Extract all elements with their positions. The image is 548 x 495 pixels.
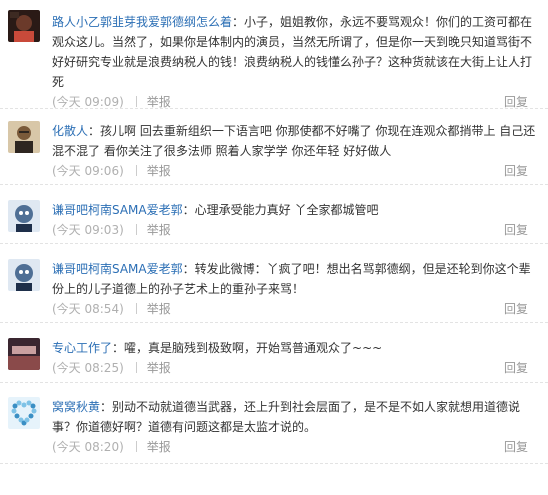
comment-author-link[interactable]: 专心工作了: [52, 341, 112, 355]
avatar[interactable]: [8, 10, 40, 42]
comment-item: 窝窝秋黄：别动不动就道德当武器，还上升到社会层面了，是不是不如人家就想用道德说事…: [0, 383, 548, 464]
avatar-image: [8, 338, 40, 370]
comment-text: 别动不动就道德当武器，还上升到社会层面了，是不是不如人家就想用道德说事？你道德好…: [52, 400, 521, 434]
report-link[interactable]: 举报: [147, 440, 171, 454]
comment-body: 化散人：孩儿啊 回去重新组织一下语言吧 你那使都不好嘴了 你现在连观众都捎带上 …: [52, 121, 542, 161]
comment-body: 专心工作了：嚯，真是脑残到极致啊，开始骂普通观众了~~~: [52, 338, 542, 358]
comment-body: 谦哥吧柯南SAMA爱老郭：转发此微博：丫疯了吧！想出名骂郭德纲，但是还轮到你这个…: [52, 259, 542, 299]
comment-meta: (今天 08:20) 举报 回复: [52, 437, 542, 459]
comment-meta: (今天 08:25) 举报 回复: [52, 358, 542, 380]
comment-meta: (今天 09:06) 举报 回复: [52, 161, 542, 183]
report-link[interactable]: 举报: [147, 361, 171, 375]
divider: [135, 362, 137, 373]
comment-time: (今天 09:06): [52, 164, 124, 178]
avatar-image: [8, 259, 40, 291]
author-colon: ：: [100, 400, 113, 414]
comment-list: 路人小乙郭韭芽我爱郭德纲怎么着：小子，姐姐教你，永远不要骂观众！你们的工资可都在…: [0, 0, 548, 495]
comment-text: 嚯，真是脑残到极致啊，开始骂普通观众了~~~: [124, 341, 383, 355]
comment-time: (今天 09:03): [52, 223, 124, 237]
comment-meta: (今天 09:03) 举报 回复: [52, 220, 542, 242]
avatar-image: [8, 10, 40, 42]
report-link[interactable]: 举报: [147, 302, 171, 316]
comment-item: 化散人：孩儿啊 回去重新组织一下语言吧 你那使都不好嘴了 你现在连观众都捎带上 …: [0, 109, 548, 185]
avatar[interactable]: [8, 121, 40, 153]
avatar-image: [8, 200, 40, 232]
avatar[interactable]: [8, 200, 40, 232]
comment-author-link[interactable]: 谦哥吧柯南SAMA爱老郭: [52, 203, 183, 217]
comment-body: 窝窝秋黄：别动不动就道德当武器，还上升到社会层面了，是不是不如人家就想用道德说事…: [52, 397, 542, 437]
author-colon: ：: [88, 124, 101, 138]
comment-body: 谦哥吧柯南SAMA爱老郭：心理承受能力真好 丫全家都城管吧: [52, 200, 542, 220]
comment-author-link[interactable]: 化散人: [52, 124, 88, 138]
comment-time: (今天 09:09): [52, 95, 124, 109]
comment-item: 谦哥吧柯南SAMA爱老郭：心理承受能力真好 丫全家都城管吧 (今天 09:03)…: [0, 185, 548, 244]
author-colon: ：: [182, 203, 195, 217]
divider: [135, 165, 137, 176]
avatar-image: [8, 121, 40, 153]
avatar-image: [8, 397, 40, 429]
comment-item: 谦哥吧柯南SAMA爱老郭：转发此微博：丫疯了吧！想出名骂郭德纲，但是还轮到你这个…: [0, 244, 548, 323]
avatar[interactable]: [8, 338, 40, 370]
reply-link[interactable]: 回复: [504, 437, 528, 457]
author-colon: ：: [112, 341, 125, 355]
report-link[interactable]: 举报: [147, 164, 171, 178]
comment-meta: (今天 08:54) 举报 回复: [52, 299, 542, 321]
comment-time: (今天 08:54): [52, 302, 124, 316]
comment-text: 心理承受能力真好 丫全家都城管吧: [194, 203, 379, 217]
reply-link[interactable]: 回复: [504, 161, 528, 181]
author-colon: ：: [232, 15, 245, 29]
divider: [135, 303, 137, 314]
avatar[interactable]: [8, 259, 40, 291]
divider: [135, 96, 137, 107]
report-link[interactable]: 举报: [147, 223, 171, 237]
comment-author-link[interactable]: 谦哥吧柯南SAMA爱老郭: [52, 262, 183, 276]
reply-link[interactable]: 回复: [504, 220, 528, 240]
comment-item: 路人小乙郭韭芽我爱郭德纲怎么着：小子，姐姐教你，永远不要骂观众！你们的工资可都在…: [0, 8, 548, 109]
comment-time: (今天 08:20): [52, 440, 124, 454]
divider: [135, 441, 137, 452]
comment-time: (今天 08:25): [52, 361, 124, 375]
comment-author-link[interactable]: 路人小乙郭韭芽我爱郭德纲怎么着: [52, 15, 232, 29]
author-colon: ：: [182, 262, 195, 276]
reply-link[interactable]: 回复: [504, 358, 528, 378]
comment-text: 孩儿啊 回去重新组织一下语言吧 你那使都不好嘴了 你现在连观众都捎带上 自己还混…: [52, 124, 536, 158]
comment-author-link[interactable]: 窝窝秋黄: [52, 400, 100, 414]
avatar[interactable]: [8, 397, 40, 429]
comment-body: 路人小乙郭韭芽我爱郭德纲怎么着：小子，姐姐教你，永远不要骂观众！你们的工资可都在…: [52, 12, 542, 92]
divider: [135, 224, 137, 235]
comment-item: 专心工作了：嚯，真是脑残到极致啊，开始骂普通观众了~~~ (今天 08:25) 举…: [0, 323, 548, 383]
report-link[interactable]: 举报: [147, 95, 171, 109]
reply-link[interactable]: 回复: [504, 299, 528, 319]
